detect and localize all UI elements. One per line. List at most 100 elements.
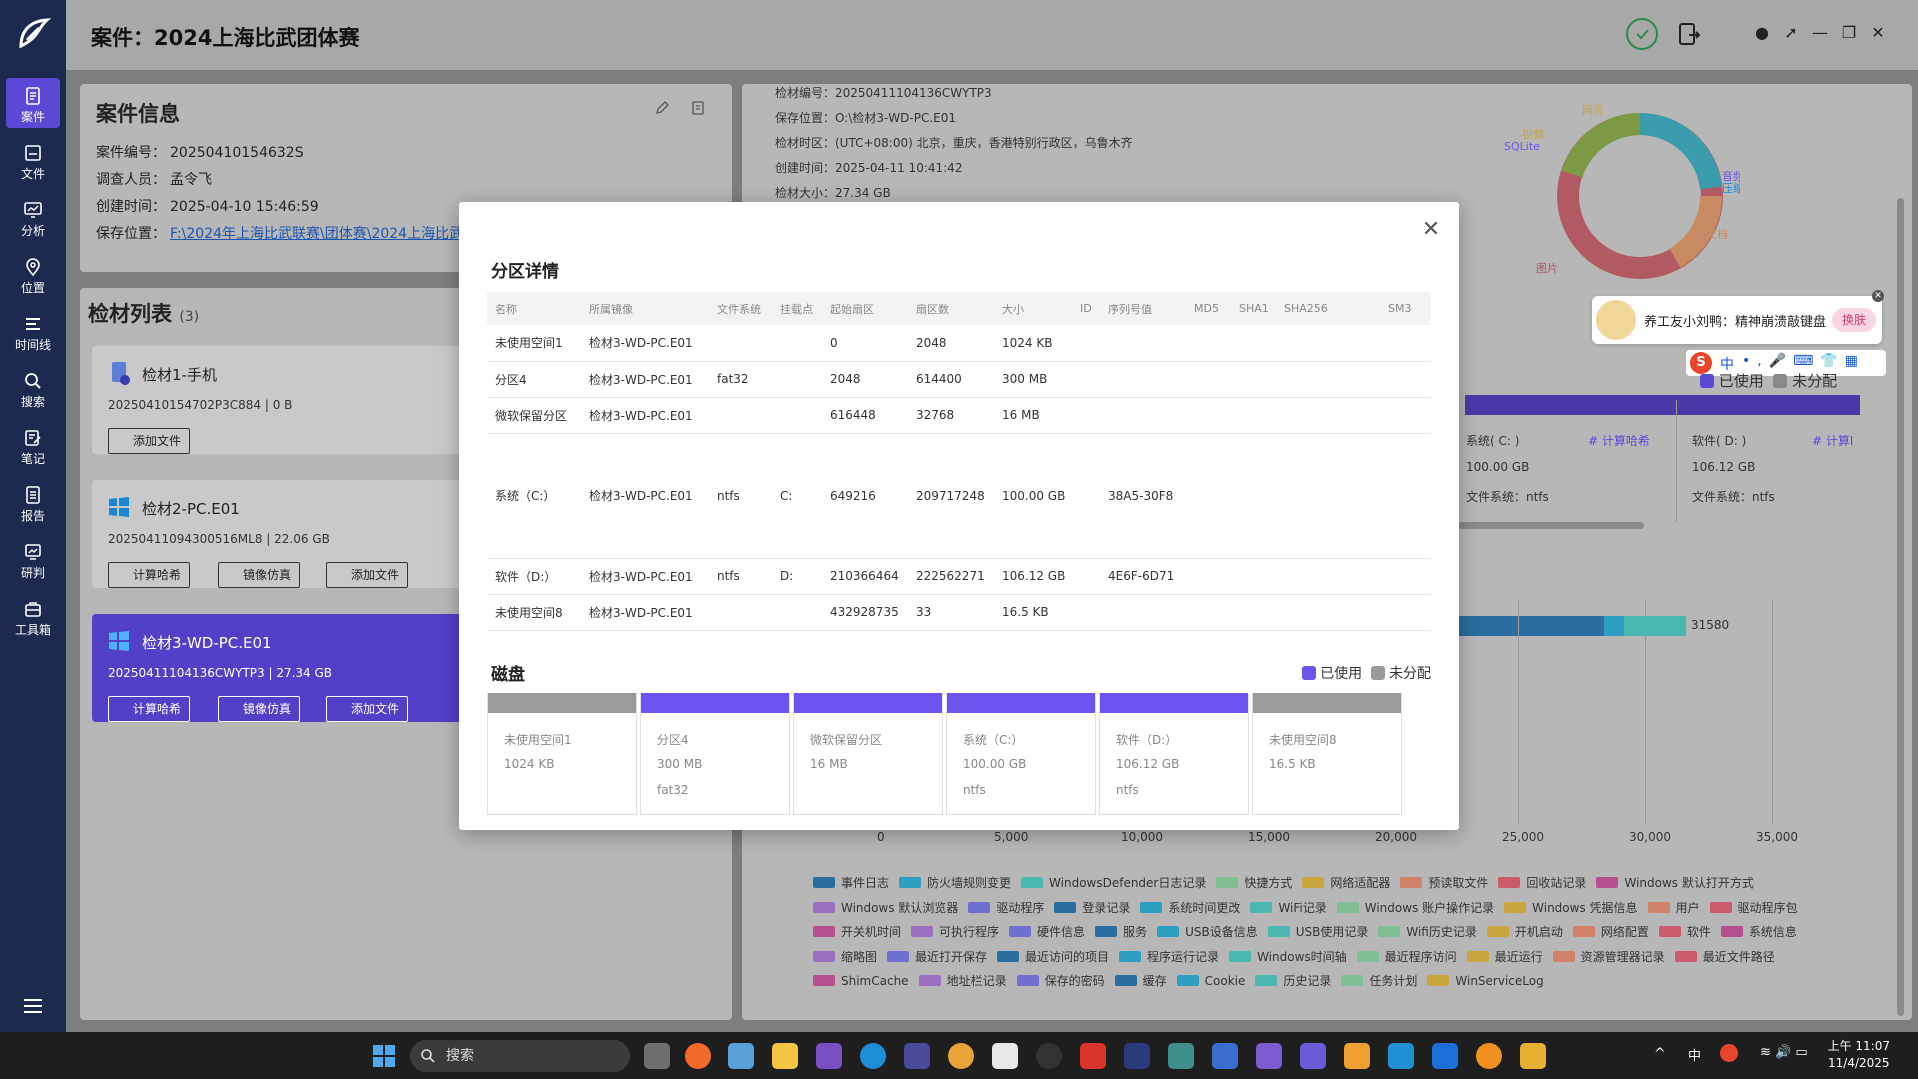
restore-icon[interactable]: ❐ [1840,24,1858,42]
legend-item[interactable]: Windows 账户操作记录 [1336,899,1494,916]
app-icon[interactable] [992,1043,1018,1069]
network-volume-battery-icons[interactable]: ≋ 🔊 ▭ [1760,1045,1808,1060]
legend-item[interactable]: 驱动程序 [968,899,1044,916]
right-partition-d-hash[interactable]: # 计算I [1812,432,1853,449]
rail-item-toolbox[interactable]: 工具箱 [6,591,60,641]
sogou-tray-icon[interactable] [1720,1044,1738,1062]
compute-hash-button[interactable]: 计算哈希 [108,696,191,722]
legend-item[interactable]: 最近程序访问 [1356,948,1457,965]
rail-item-notes[interactable]: 笔记 [6,420,60,470]
legend-item[interactable]: 最近文件路径 [1674,948,1775,965]
table-row[interactable]: 软件（D:） 检材3-WD-PC.E01 ntfs D: 210366464 222562… [487,558,1431,595]
taskbar-clock[interactable]: 上午 11:07 11/4/2025 [1828,1038,1890,1072]
rail-item-report[interactable]: 报告 [6,477,60,527]
edit-icon[interactable] [654,100,670,116]
legend-item[interactable]: Cookie [1176,974,1245,988]
task-view-icon[interactable] [644,1043,670,1069]
chrome-icon[interactable] [948,1043,974,1069]
legend-item[interactable]: 历史记录 [1255,972,1331,989]
notepad-icon[interactable] [1212,1043,1238,1069]
legend-item[interactable]: 软件 [1658,923,1711,940]
add-file-button[interactable]: 添加文件 [108,428,191,454]
close-window-icon[interactable]: ✕ [1869,24,1887,42]
table-row[interactable]: 分区4 检材3-WD-PC.E01 fat32 2048 614400 300 MB [487,361,1431,398]
legend-item[interactable]: 防火墙规则变更 [899,874,1011,891]
rail-item-files[interactable]: 文件 [6,135,60,185]
vertical-scrollbar[interactable] [1897,198,1904,1016]
legend-item[interactable]: 用户 [1647,899,1700,916]
legend-item[interactable]: Windows 默认打开方式 [1596,874,1754,891]
legend-item[interactable]: 可执行程序 [911,923,999,940]
legend-item[interactable]: 预读取文件 [1400,874,1488,891]
wps-icon[interactable] [1080,1043,1106,1069]
legend-item[interactable]: 程序运行记录 [1119,948,1219,965]
app-icon[interactable] [904,1043,930,1069]
evidence-card-2[interactable]: 检材2-PC.E01 20250411094300516ML8 | 22.06 … [92,480,470,588]
legend-item[interactable]: 最近运行 [1466,948,1543,965]
legend-item[interactable]: 地址栏记录 [918,972,1007,989]
app-icon[interactable] [1300,1043,1326,1069]
disk-segment[interactable]: 软件（D:） 106.12 GB ntfs [1099,693,1249,815]
legend-item[interactable]: 快捷方式 [1216,874,1292,891]
legend-item[interactable]: 登录记录 [1054,899,1130,916]
file-explorer-icon[interactable] [772,1043,798,1069]
legend-item[interactable]: 系统时间更改 [1140,899,1240,916]
disk-segment[interactable]: 微软保留分区 16 MB [793,693,943,815]
image-emulation-button[interactable]: 镜像仿真 [218,562,301,588]
legend-item[interactable]: 服务 [1095,923,1147,940]
disk-segment[interactable]: 系统（C:） 100.00 GB ntfs [946,693,1096,815]
legend-item[interactable]: 回收站记录 [1498,874,1586,891]
legend-item[interactable]: 资源管理器记录 [1552,948,1665,965]
rail-item-timeline[interactable]: 时间线 [6,306,60,356]
legend-item[interactable]: WiFi记录 [1250,899,1327,916]
right-partition-c-hash[interactable]: # 计算哈希 [1588,432,1650,449]
app-icon[interactable] [1520,1043,1546,1069]
legend-item[interactable]: Windows 凭据信息 [1504,899,1638,916]
firefox-icon[interactable] [685,1043,711,1069]
legend-item[interactable]: WindowsDefender日志记录 [1021,874,1206,891]
legend-item[interactable]: Windows时间轴 [1229,948,1347,965]
legend-item[interactable]: 开关机时间 [813,923,901,940]
legend-item[interactable]: 事件日志 [813,874,889,891]
user-icon[interactable]: ● [1753,24,1771,42]
legend-item[interactable]: 最近访问的项目 [997,948,1109,965]
rail-item-search[interactable]: 搜索 [6,363,60,413]
rail-item-case[interactable]: 案件 [6,78,60,128]
legend-item[interactable]: 缩略图 [813,948,877,965]
app-icon[interactable] [1036,1043,1062,1069]
legend-item[interactable]: ShimCache [813,974,909,988]
legend-item[interactable]: 开机启动 [1486,923,1563,940]
table-row[interactable]: 微软保留分区 检材3-WD-PC.E01 616448 32768 16 MB [487,397,1431,434]
app-icon[interactable] [1344,1043,1370,1069]
table-row[interactable]: 未使用空间1 检材3-WD-PC.E01 0 2048 1024 KB [487,325,1431,362]
add-file-button[interactable]: 添加文件 [326,562,409,588]
image-emulation-button[interactable]: 镜像仿真 [218,696,301,722]
legend-item[interactable]: 最近打开保存 [887,948,987,965]
save-location-link[interactable]: F:\2024年上海比武联赛\团体赛\2024上海比武 [170,226,463,242]
app-icon[interactable] [1476,1043,1502,1069]
add-file-button[interactable]: 添加文件 [326,696,409,722]
compute-hash-button[interactable]: 计算哈希 [108,562,191,588]
legend-item[interactable]: WinServiceLog [1427,974,1544,988]
app-icon[interactable] [816,1043,842,1069]
edge-icon[interactable] [860,1043,886,1069]
legend-item[interactable]: 网络适配器 [1302,874,1390,891]
shield-app-icon[interactable] [1432,1043,1458,1069]
legend-item[interactable]: 系统信息 [1720,923,1797,940]
legend-item[interactable]: Wifi历史记录 [1378,923,1477,940]
app-icon[interactable] [1388,1043,1414,1069]
legend-item[interactable]: 保存的密码 [1016,972,1105,989]
export-document-icon[interactable] [1671,17,1705,51]
photos-icon[interactable] [728,1043,754,1069]
legend-item[interactable]: 网络配置 [1572,923,1649,940]
hamburger-menu-icon[interactable] [22,997,44,1015]
ime-skin-button[interactable]: 换肤 [1831,308,1876,332]
horizontal-scrollbar[interactable] [1458,522,1644,529]
forensics-app-icon[interactable] [1124,1043,1150,1069]
legend-item[interactable]: 缓存 [1114,972,1167,989]
legend-item[interactable]: USB设备信息 [1157,923,1258,940]
app-icon[interactable] [1256,1043,1282,1069]
rail-item-judge[interactable]: 研判 [6,534,60,584]
rail-item-location[interactable]: 位置 [6,249,60,299]
legend-item[interactable]: 任务计划 [1341,972,1417,989]
